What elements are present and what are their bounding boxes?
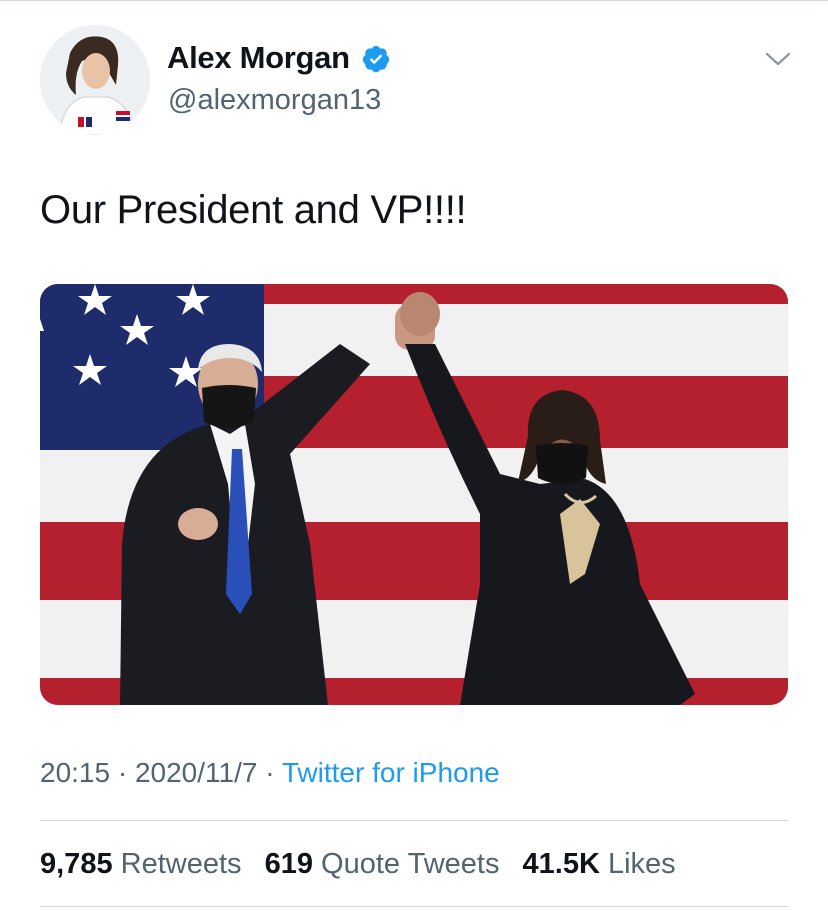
quote-tweets-label: Quote Tweets	[321, 848, 500, 880]
stats-divider-top	[40, 820, 788, 821]
tweet-photo[interactable]	[40, 284, 788, 705]
likes-label: Likes	[607, 848, 676, 880]
top-divider	[0, 0, 828, 1]
likes-count: 41.5K	[522, 848, 600, 880]
tweet-stats: 9,785 Retweets 619 Quote Tweets 41.5K Li…	[40, 848, 691, 881]
tweet-meta: 20:15 · 2020/11/7 · Twitter for iPhone	[40, 757, 500, 789]
tweet-date: 2020/11/7	[134, 757, 258, 788]
quote-tweets-stat[interactable]: 619 Quote Tweets	[265, 848, 500, 880]
author-handle[interactable]: @alexmorgan13	[168, 84, 381, 117]
author-name[interactable]: Alex Morgan	[167, 40, 350, 76]
retweets-stat[interactable]: 9,785 Retweets	[40, 848, 242, 880]
meta-separator: ·	[110, 757, 135, 788]
retweets-label: Retweets	[120, 848, 242, 880]
likes-stat[interactable]: 41.5K Likes	[523, 848, 676, 880]
retweets-count: 9,785	[40, 848, 113, 880]
avatar[interactable]	[40, 25, 150, 135]
tweet-source-link[interactable]: Twitter for iPhone	[282, 757, 500, 788]
chevron-down-icon[interactable]	[764, 50, 792, 68]
quote-tweets-count: 619	[264, 848, 313, 880]
meta-separator: ·	[257, 757, 282, 788]
tweet-time: 20:15	[40, 757, 111, 788]
verified-badge-icon	[362, 45, 390, 73]
tweet-text: Our President and VP!!!!	[40, 188, 467, 232]
stats-divider-bottom	[40, 906, 788, 907]
